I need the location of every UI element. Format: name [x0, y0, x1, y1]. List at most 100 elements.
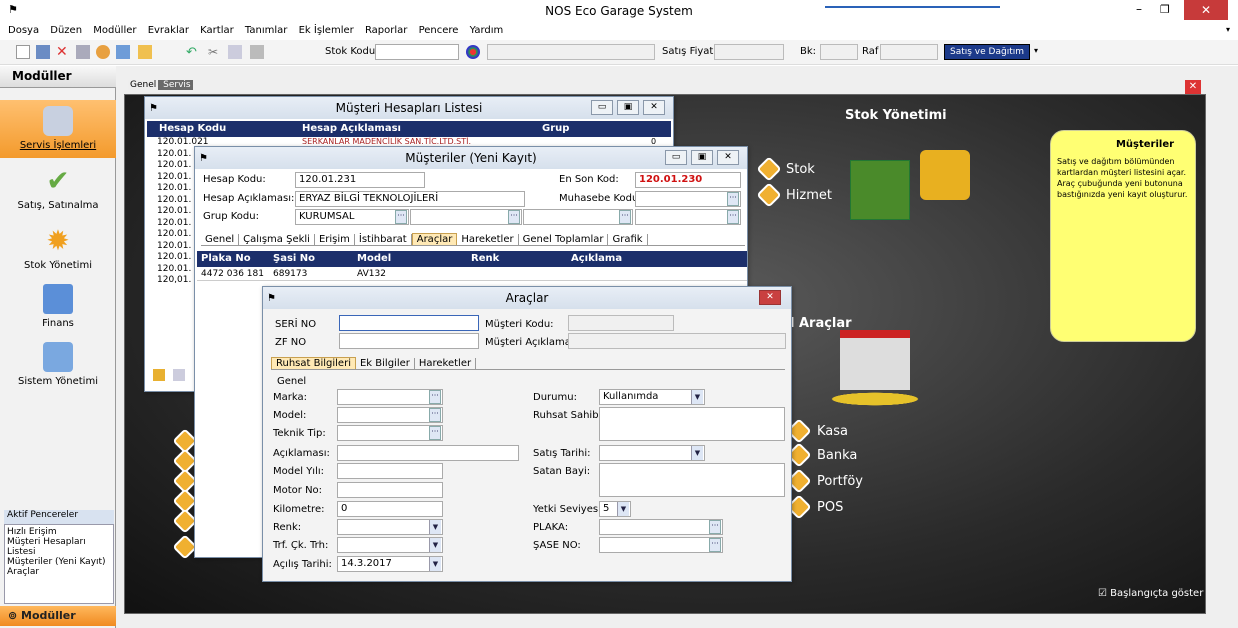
delete-icon[interactable]: ✕ — [56, 45, 70, 59]
col-aciklama[interactable]: Açıklama — [571, 251, 622, 267]
muhasebe-kodu-input[interactable] — [635, 191, 741, 207]
aktif-item[interactable]: Müşteri Hesapları Listesi — [7, 537, 111, 557]
maximize-button[interactable]: ▣ — [617, 100, 639, 115]
list-copy-icon[interactable] — [173, 369, 185, 381]
renk-select[interactable] — [337, 519, 443, 535]
sidebar-footer[interactable]: ⊚ Modüller — [0, 606, 116, 626]
menu-duzen[interactable]: Düzen — [50, 25, 82, 36]
minimize-icon[interactable]: – — [1136, 2, 1142, 16]
durumu-select[interactable]: Kullanımda — [599, 389, 705, 405]
sase-lookup-button[interactable]: ··· — [709, 538, 721, 552]
aktif-item[interactable]: Araçlar — [7, 567, 111, 577]
kilometre-input[interactable]: 0 — [337, 501, 443, 517]
toolbar-dropdown-icon[interactable]: ▾ — [1034, 46, 1038, 55]
aktif-item[interactable]: Hızlı Erişim — [7, 527, 111, 537]
menu-overflow-icon[interactable]: ▾ — [1226, 25, 1230, 34]
motor-no-input[interactable] — [337, 482, 443, 498]
close-button[interactable]: ✕ — [1184, 0, 1228, 20]
chevron-down-icon[interactable]: ▼ — [429, 538, 441, 552]
model-lookup-button[interactable]: ··· — [429, 408, 441, 422]
aktif-item[interactable]: Müşteriler (Yeni Kayıt) — [7, 557, 111, 567]
tab-istihbarat[interactable]: İstihbarat — [355, 234, 412, 245]
paste-icon[interactable] — [250, 45, 264, 59]
grup-kodu-input[interactable]: KURUMSAL — [295, 209, 409, 225]
plaka-input[interactable] — [599, 519, 723, 535]
col-plaka-no[interactable]: Plaka No — [201, 251, 251, 267]
hesap-aciklamasi-input[interactable]: ERYAZ BİLGİ TEKNOLOJİLERİ — [295, 191, 525, 207]
stok-desc-input[interactable] — [487, 44, 655, 60]
cut-icon[interactable]: ✂ — [208, 45, 222, 59]
grup-lookup-button[interactable]: ··· — [395, 210, 407, 224]
tab-grafik[interactable]: Grafik — [608, 234, 648, 245]
trf-cik-trh-select[interactable] — [337, 537, 443, 553]
sidebar-item-satis[interactable]: ✔ Satış, Satınalma — [0, 166, 116, 212]
copy-icon[interactable] — [228, 45, 242, 59]
chevron-down-icon[interactable]: ▼ — [691, 390, 703, 404]
tab-erisim[interactable]: Erişim — [315, 234, 355, 245]
close-button[interactable]: ✕ — [759, 290, 781, 305]
col-model[interactable]: Model — [357, 251, 391, 267]
marka-input[interactable] — [337, 389, 443, 405]
save-icon[interactable] — [36, 45, 50, 59]
card-icon[interactable] — [116, 45, 130, 59]
tab-araclar[interactable]: Araçlar — [411, 233, 458, 245]
raf-input[interactable] — [880, 44, 938, 60]
satan-bayi-input[interactable] — [599, 463, 785, 497]
marka-lookup-button[interactable]: ··· — [429, 390, 441, 404]
muhasebe-lookup-button[interactable]: ··· — [727, 192, 739, 206]
grup-kodu-4-input[interactable] — [635, 209, 741, 225]
model-yili-input[interactable] — [337, 463, 443, 479]
seri-no-input[interactable] — [339, 315, 479, 331]
satis-fiyati-input[interactable] — [714, 44, 784, 60]
chevron-down-icon[interactable]: ▼ — [429, 557, 441, 571]
close-button[interactable]: ✕ — [717, 150, 739, 165]
chevron-down-icon[interactable]: ▼ — [429, 520, 441, 534]
restore-icon[interactable]: ❐ — [1160, 3, 1170, 16]
maximize-button[interactable]: ▣ — [691, 150, 713, 165]
hizmet-link[interactable]: Hizmet — [786, 188, 832, 203]
col-hesap-aciklamasi[interactable]: Hesap Açıklaması — [302, 121, 401, 137]
tab-hareketler[interactable]: Hareketler — [457, 234, 519, 245]
tab-genel[interactable]: Genel — [128, 80, 159, 90]
menu-moduller[interactable]: Modüller — [93, 25, 136, 36]
tab-genel-toplamlar[interactable]: Genel Toplamlar — [519, 234, 609, 245]
sidebar-item-servis[interactable]: Servis İşlemleri — [0, 100, 116, 158]
model-input[interactable] — [337, 407, 443, 423]
teknik-tip-input[interactable] — [337, 425, 443, 441]
tab-genel[interactable]: Genel — [201, 234, 240, 245]
chevron-down-icon[interactable]: ▼ — [691, 446, 703, 460]
main-close-icon[interactable]: ✕ — [1185, 80, 1201, 94]
grup4-lookup-button[interactable]: ··· — [727, 210, 739, 224]
tab-hareketler[interactable]: Hareketler — [415, 358, 477, 369]
grup2-lookup-button[interactable]: ··· — [508, 210, 520, 224]
pos-link[interactable]: POS — [817, 500, 843, 515]
satis-dagitim-button[interactable]: Satış ve Dağıtım — [944, 44, 1030, 60]
sase-no-input[interactable] — [599, 537, 723, 553]
plaka-lookup-button[interactable]: ··· — [709, 520, 721, 534]
list-icon[interactable] — [138, 45, 152, 59]
menu-yardim[interactable]: Yardım — [470, 25, 504, 36]
menu-evraklar[interactable]: Evraklar — [148, 25, 189, 36]
kasa-link[interactable]: Kasa — [817, 424, 848, 439]
users-icon[interactable] — [96, 45, 110, 59]
new-icon[interactable] — [16, 45, 30, 59]
baslangic-checkbox[interactable]: ☑ Başlangıçta göster — [1098, 588, 1203, 599]
sidebar-item-finans[interactable]: Finans — [0, 284, 116, 329]
sidebar-item-sistem[interactable]: Sistem Yönetimi — [0, 342, 116, 387]
tab-ruhsat-bilgileri[interactable]: Ruhsat Bilgileri — [271, 357, 356, 369]
print-icon[interactable] — [76, 45, 90, 59]
minimize-button[interactable]: ▭ — [591, 100, 613, 115]
acilis-tarihi-select[interactable]: 14.3.2017 — [337, 556, 443, 572]
menu-raporlar[interactable]: Raporlar — [365, 25, 407, 36]
ruhsat-sahibi-input[interactable] — [599, 407, 785, 441]
col-renk[interactable]: Renk — [471, 251, 499, 267]
menu-dosya[interactable]: Dosya — [8, 25, 39, 36]
aciklamasi-input[interactable] — [337, 445, 519, 461]
bk-input[interactable] — [820, 44, 858, 60]
tab-ek-bilgiler[interactable]: Ek Bilgiler — [356, 358, 415, 369]
sidebar-item-stok[interactable]: ✹ Stok Yönetimi — [0, 226, 116, 272]
palette-icon[interactable] — [466, 45, 480, 59]
col-hesap-kodu[interactable]: Hesap Kodu — [159, 121, 226, 137]
stok-kodu-input[interactable] — [375, 44, 459, 60]
menu-tanimlar[interactable]: Tanımlar — [245, 25, 287, 36]
